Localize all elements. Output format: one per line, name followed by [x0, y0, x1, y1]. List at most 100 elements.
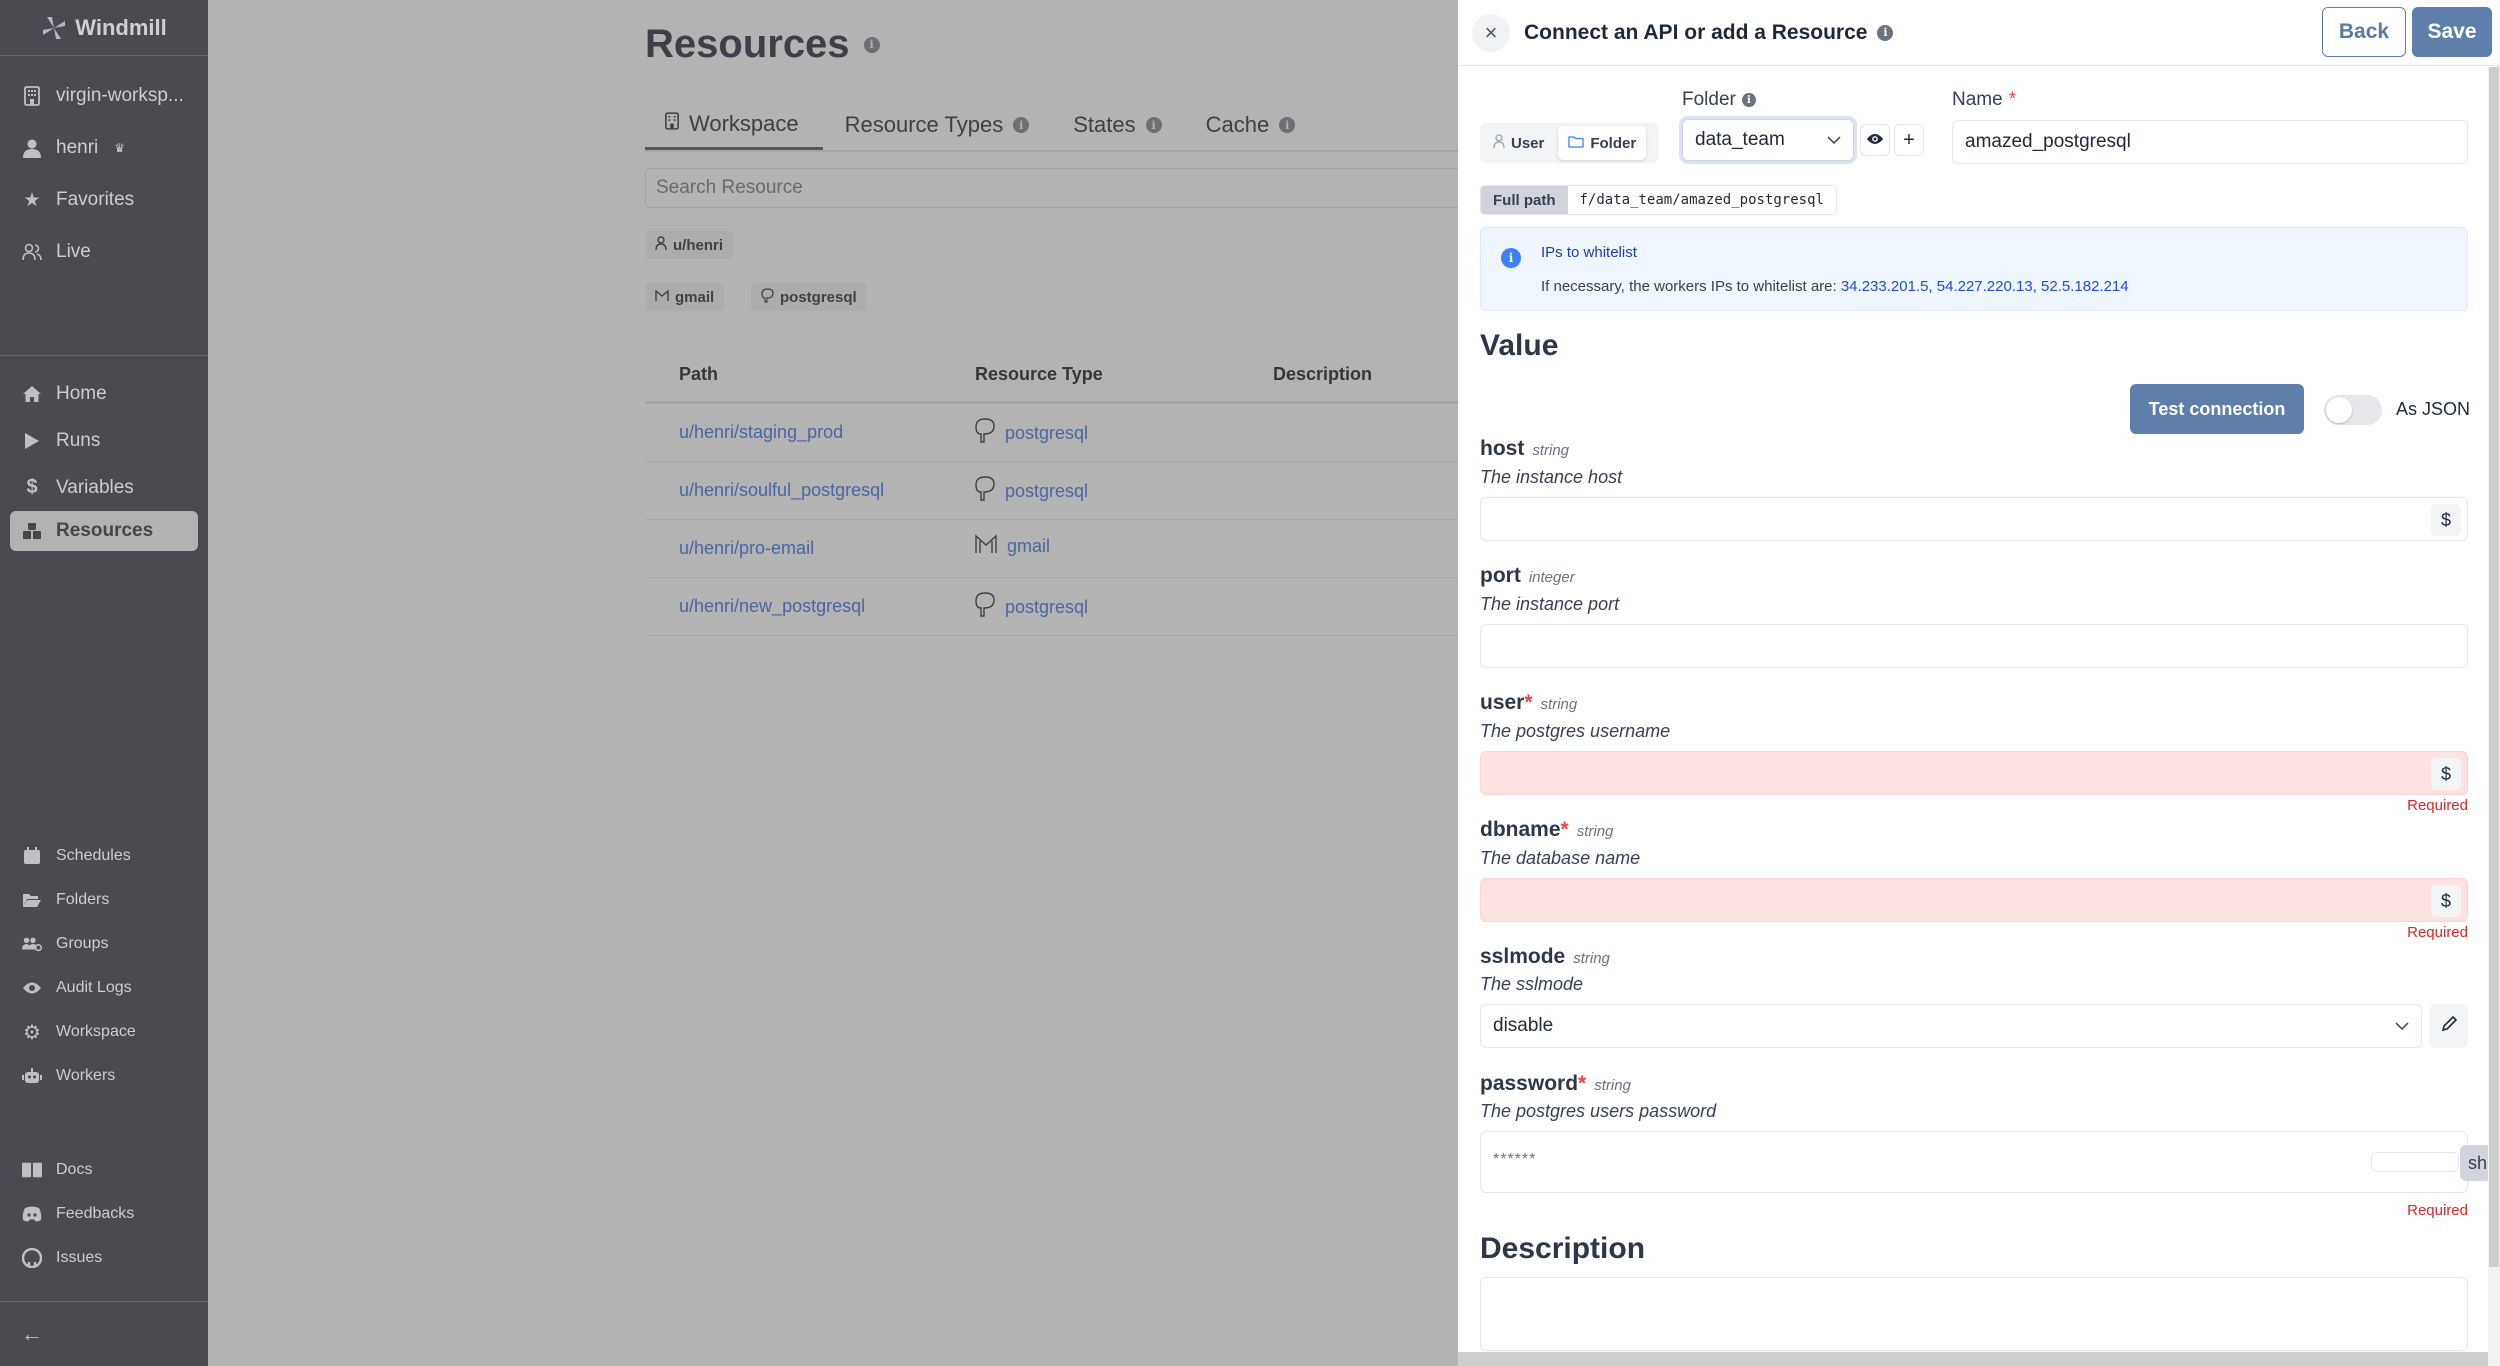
- arrow-left-icon: ←: [21, 1321, 43, 1346]
- sidebar-item-workers[interactable]: Workers: [0, 1054, 208, 1098]
- alert-ip-list: 34.233.201.5, 54.227.220.13, 52.5.182.21…: [1840, 278, 2129, 295]
- tab-states[interactable]: States i: [1051, 100, 1183, 150]
- insert-variable-button[interactable]: $: [2431, 758, 2461, 790]
- resource-type-link[interactable]: postgresql: [1005, 481, 1088, 502]
- save-button[interactable]: Save: [2412, 7, 2492, 57]
- sidebar-item-schedules[interactable]: Schedules: [0, 834, 208, 878]
- collapse-sidebar-button[interactable]: ←: [0, 1302, 208, 1366]
- sidebar-item-user[interactable]: henri ♛: [0, 122, 208, 174]
- crown-icon: ♛: [114, 141, 126, 155]
- owner-folder-option[interactable]: Folder: [1558, 126, 1647, 160]
- port-input[interactable]: [1480, 624, 2468, 668]
- resource-type-link[interactable]: postgresql: [1005, 423, 1088, 444]
- issues-label: Issues: [56, 1249, 103, 1266]
- password-inner-input[interactable]: [2371, 1152, 2459, 1172]
- owner-kind-toggle: User Folder: [1480, 123, 1658, 163]
- field-type: string: [1532, 442, 1570, 459]
- close-drawer-button[interactable]: ×: [1472, 13, 1510, 52]
- sidebar-item-workspace[interactable]: virgin-worksp...: [0, 70, 208, 122]
- boxes-icon: [22, 522, 42, 540]
- sidebar-item-feedbacks[interactable]: Feedbacks: [0, 1192, 208, 1236]
- type-filter-chip-postgresql[interactable]: postgresql: [751, 283, 867, 311]
- chevron-down-icon: [2395, 1015, 2409, 1037]
- tab-workspace[interactable]: Workspace: [645, 100, 823, 150]
- resource-path-link[interactable]: u/henri/staging_prod: [679, 422, 843, 443]
- info-icon: i: [1013, 117, 1030, 133]
- horizontal-scrollbar[interactable]: [1458, 1352, 2488, 1366]
- windmill-logo-icon: [43, 16, 66, 39]
- sidebar-item-audit-logs[interactable]: Audit Logs: [0, 966, 208, 1010]
- sidebar-item-folders[interactable]: Folders: [0, 878, 208, 922]
- sidebar-item-groups[interactable]: Groups: [0, 922, 208, 966]
- sidebar-item-issues[interactable]: Issues: [0, 1236, 208, 1280]
- edit-sslmode-button[interactable]: [2430, 1004, 2468, 1048]
- description-textarea[interactable]: [1480, 1277, 2468, 1351]
- resource-path-link[interactable]: u/henri/pro-email: [679, 538, 814, 559]
- info-icon[interactable]: i: [863, 36, 880, 53]
- type-filter-chip-gmail[interactable]: gmail: [645, 283, 725, 311]
- description-heading: Description: [1480, 1232, 1646, 1265]
- full-path: Full path f/data_team/amazed_postgresql: [1480, 185, 1837, 215]
- insert-variable-button[interactable]: $: [2431, 885, 2461, 917]
- user-icon: [22, 138, 42, 158]
- sidebar-item-live[interactable]: Live: [0, 226, 208, 278]
- info-icon: i: [1501, 248, 1521, 268]
- gear-icon: ⚙: [23, 1021, 41, 1044]
- field-name: sslmode: [1480, 945, 1566, 968]
- building-icon: [665, 111, 679, 137]
- field-name: host: [1480, 437, 1525, 460]
- sidebar-item-resources[interactable]: Resources: [10, 511, 198, 551]
- add-folder-button[interactable]: +: [1894, 124, 1924, 156]
- tab-cache-label: Cache: [1205, 112, 1270, 137]
- home-label: Home: [56, 382, 107, 404]
- user-icon: [1493, 134, 1505, 152]
- tab-cache[interactable]: Cache i: [1184, 100, 1318, 150]
- alert-body-text: If necessary, the workers IPs to whiteli…: [1541, 278, 1841, 295]
- sidebar-item-home[interactable]: Home: [0, 370, 208, 417]
- full-path-label: Full path: [1481, 186, 1568, 214]
- sidebar-item-workspace-settings[interactable]: ⚙ Workspace: [0, 1010, 208, 1054]
- owner-folder-label: Folder: [1590, 134, 1637, 152]
- close-icon: ×: [1484, 19, 1498, 45]
- sidebar-item-variables[interactable]: $ Variables: [0, 464, 208, 511]
- sslmode-select[interactable]: disable: [1480, 1004, 2422, 1048]
- as-json-toggle[interactable]: [2324, 395, 2382, 425]
- user-input[interactable]: $: [1480, 751, 2468, 795]
- host-input[interactable]: $: [1480, 497, 2468, 541]
- folder-select[interactable]: data_team: [1682, 119, 1854, 161]
- add-resource-drawer: × Connect an API or add a Resource i Bac…: [1458, 0, 2500, 1366]
- resource-type-link[interactable]: gmail: [1007, 536, 1050, 557]
- eye-icon: [22, 981, 42, 995]
- field-type: string: [1576, 823, 1614, 840]
- pencil-icon: [2441, 1015, 2458, 1037]
- owner-filter-chip[interactable]: u/henri: [645, 231, 734, 259]
- view-folder-button[interactable]: [1860, 124, 1890, 156]
- tab-resource-types[interactable]: Resource Types i: [823, 100, 1052, 150]
- dbname-input[interactable]: $: [1480, 878, 2468, 922]
- chevron-down-icon: [1827, 129, 1841, 151]
- info-icon[interactable]: i: [1877, 24, 1894, 41]
- field-password-label: password* string: [1480, 1072, 1631, 1096]
- field-port-label: port integer: [1480, 564, 1575, 588]
- password-input[interactable]: ******: [1480, 1131, 2468, 1193]
- docs-label: Docs: [56, 1161, 93, 1178]
- sidebar-help-group: Docs Feedbacks Issues: [0, 1148, 208, 1280]
- info-icon[interactable]: i: [1741, 93, 1756, 107]
- insert-variable-button[interactable]: $: [2431, 504, 2461, 536]
- owner-user-option[interactable]: User: [1483, 126, 1554, 160]
- groups-label: Groups: [56, 935, 109, 952]
- brand-logo[interactable]: Windmill: [0, 0, 208, 56]
- sidebar-item-favorites[interactable]: ★ Favorites: [0, 174, 208, 226]
- test-connection-button[interactable]: Test connection: [2130, 384, 2304, 434]
- sidebar-item-docs[interactable]: Docs: [0, 1148, 208, 1192]
- user-error: Required: [2407, 797, 2468, 814]
- resource-path-link[interactable]: u/henri/new_postgresql: [679, 596, 865, 617]
- resource-path-link[interactable]: u/henri/soulful_postgresql: [679, 480, 884, 501]
- back-button[interactable]: Back: [2322, 7, 2406, 57]
- folder-label: Folder i: [1682, 89, 1756, 111]
- name-input[interactable]: amazed_postgresql: [1952, 120, 2468, 164]
- resource-type-link[interactable]: postgresql: [1005, 597, 1088, 618]
- sidebar-item-runs[interactable]: Runs: [0, 417, 208, 464]
- drawer-scrollbar-thumb[interactable]: [2489, 67, 2499, 1267]
- folder-icon: [1568, 135, 1585, 152]
